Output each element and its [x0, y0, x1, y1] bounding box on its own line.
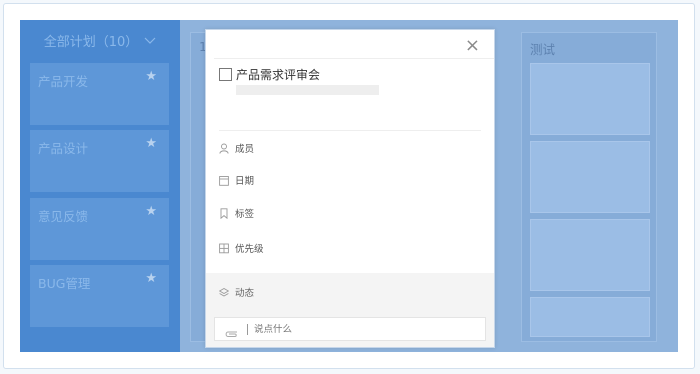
task-detail-modal: × 产品需求评审会 成员 日期 标签 优先级 动态 [205, 29, 495, 348]
task-card[interactable] [530, 297, 650, 337]
task-title[interactable]: 产品需求评审会 [236, 66, 320, 83]
sidebar-item-feedback[interactable]: 意见反馈 ★ [30, 198, 169, 260]
input-cursor [247, 323, 248, 335]
sidebar-item-product-dev[interactable]: 产品开发 ★ [30, 63, 169, 125]
priority-field[interactable]: 优先级 [219, 240, 264, 256]
close-icon[interactable]: × [465, 36, 480, 56]
tags-field[interactable]: 标签 [219, 205, 254, 221]
plan-filter-dropdown[interactable]: 全部计划（10） [20, 20, 180, 60]
activity-section: 动态 [206, 273, 494, 312]
star-icon[interactable]: ★ [145, 69, 157, 84]
star-icon[interactable]: ★ [145, 136, 157, 151]
task-card[interactable] [530, 141, 650, 213]
board-column-test: 测试 [521, 32, 657, 342]
task-description-field[interactable] [236, 85, 379, 95]
plan-filter-label: 全部计划（10） [43, 34, 139, 50]
tag-icon [219, 204, 229, 223]
divider [219, 130, 481, 131]
task-card[interactable] [530, 63, 650, 135]
column-title: 测试 [530, 42, 556, 57]
chevron-down-icon [144, 34, 156, 47]
members-field[interactable]: 成员 [219, 140, 254, 156]
divider [214, 58, 494, 59]
members-label: 成员 [235, 144, 255, 155]
star-icon[interactable]: ★ [145, 271, 157, 286]
sidebar-item-label: 意见反馈 [38, 209, 89, 224]
task-complete-checkbox[interactable] [219, 68, 232, 81]
comment-input[interactable] [254, 323, 454, 335]
activity-label: 动态 [235, 288, 255, 299]
star-icon[interactable]: ★ [145, 204, 157, 219]
task-card[interactable] [530, 219, 650, 291]
comment-area [206, 312, 494, 347]
priority-label: 优先级 [235, 244, 264, 255]
sidebar-item-label: 产品开发 [38, 74, 89, 89]
sidebar-item-label: BUG管理 [38, 276, 91, 291]
layers-icon [218, 283, 230, 302]
comment-box [214, 317, 486, 341]
date-label: 日期 [235, 176, 255, 187]
grid-icon [219, 239, 229, 258]
sidebar-item-bug-management[interactable]: BUG管理 ★ [30, 265, 169, 327]
calendar-icon [219, 171, 229, 190]
sidebar-item-product-design[interactable]: 产品设计 ★ [30, 130, 169, 192]
user-icon [219, 139, 229, 158]
tags-label: 标签 [235, 209, 255, 220]
sidebar-item-label: 产品设计 [38, 141, 89, 156]
paperclip-icon[interactable] [223, 324, 239, 337]
sidebar: 全部计划（10） 产品开发 ★ 产品设计 ★ 意见反馈 ★ BUG管理 ★ [20, 20, 180, 352]
date-field[interactable]: 日期 [219, 172, 254, 188]
activity-header[interactable]: 动态 [218, 283, 255, 302]
